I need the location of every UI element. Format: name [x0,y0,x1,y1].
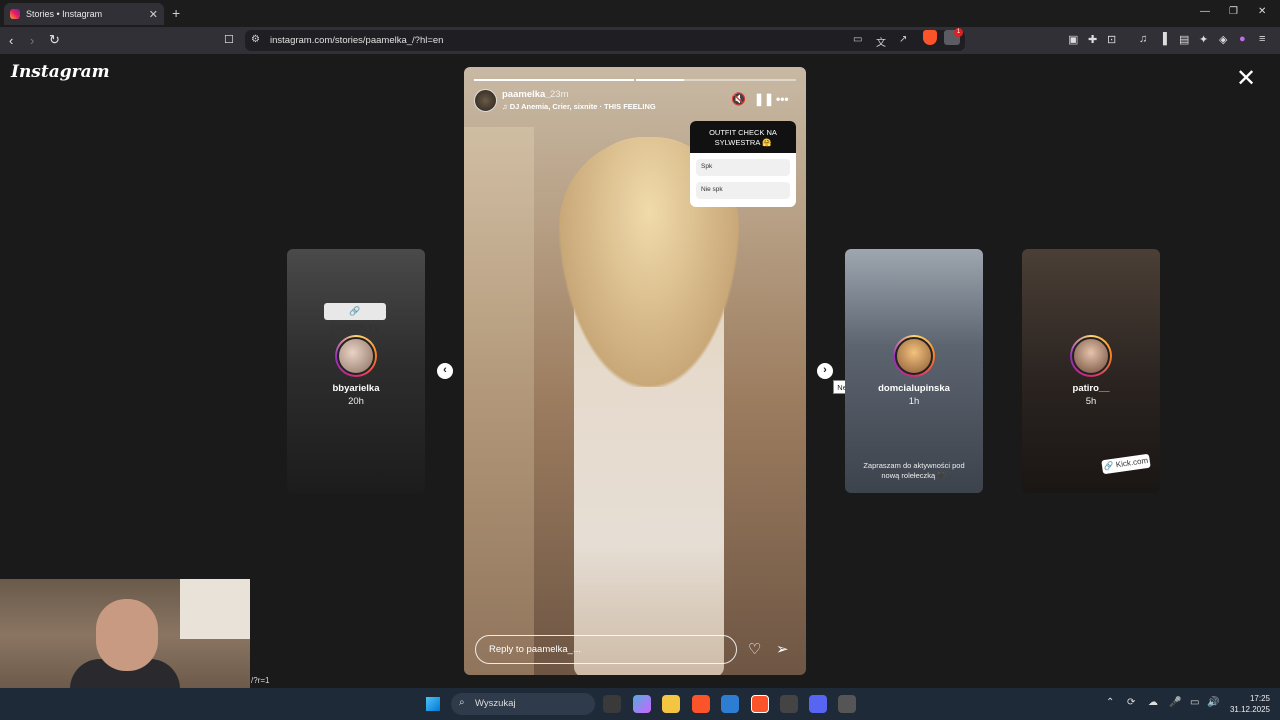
story-preview-time: 5h [1085,396,1097,407]
poll-question: OUTFIT CHECK NA SYLWESTRA 🤗 [690,121,796,153]
new-tab-button[interactable]: + [172,5,180,21]
story-time: 23m [550,89,569,100]
tray-overflow-icon[interactable]: ⌃ [1106,697,1114,708]
back-icon[interactable]: ‹ [9,33,13,48]
search-placeholder: Wyszukaj [475,698,516,709]
restore-icon[interactable]: ❐ [1229,6,1238,17]
avatar [893,335,935,377]
network-icon[interactable]: ▭ [1190,697,1199,708]
rewards-badge: 1 [954,28,963,37]
window-close-icon[interactable]: ✕ [1258,6,1266,17]
story-preview-username: patiro__ [1072,383,1110,394]
site-info-icon[interactable]: ⚙ [251,34,260,45]
story-progress-1 [474,79,634,81]
close-stories-icon[interactable]: ✕ [1236,64,1256,93]
brave-icon[interactable] [692,695,710,713]
windows-start-icon[interactable] [426,697,440,711]
mute-icon[interactable]: 🔇 [731,92,746,106]
obs-icon[interactable] [780,695,798,713]
copilot-icon[interactable] [633,695,651,713]
toolbar: ‹ › ↻ ☐ ⚙ instagram.com/stories/paamelka… [0,27,1280,54]
forward-icon[interactable]: › [30,33,34,48]
like-icon[interactable]: ♡ [748,640,761,658]
clock-time: 17:25 [1249,694,1270,703]
screenshot-icon[interactable]: ⊡ [1107,33,1116,46]
story-preview-domcialupinska[interactable]: domcialupinska 1h Zapraszam do aktywnośc… [845,249,983,493]
more-options-icon[interactable]: ••• [776,92,789,106]
taskbar: ⌕ Wyszukaj ⌃ ⟳ ☁ 🎤 ▭ 🔊 17:25 31.12.2025 [0,688,1280,720]
story-preview-bbyarielka[interactable]: 🔗 TWITCH.TV bbyarielka 20h [287,249,425,493]
bookmark-icon[interactable]: ☐ [224,33,234,46]
music-icon[interactable]: ♫ [1139,33,1147,45]
story-preview-username: bbyarielka [332,383,380,394]
translate-icon[interactable]: 文 [876,34,886,49]
puzzle-icon[interactable]: ✚ [1088,33,1097,46]
leo-icon[interactable]: ✦ [1199,33,1208,46]
tab-bar: Stories • Instagram ✕ + — ❐ ✕ [0,0,1280,27]
system-clock[interactable]: 17:25 31.12.2025 [1222,693,1270,715]
vpn-icon[interactable]: ◈ [1219,33,1227,46]
app-icon[interactable] [838,695,856,713]
send-icon[interactable]: ➢ [776,640,789,658]
tab-close-icon[interactable]: ✕ [149,8,158,21]
clock-date: 31.12.2025 [1229,705,1270,714]
twitch-link-sticker: 🔗 TWITCH.TV [324,303,386,333]
brave-rewards-icon[interactable]: 1 [944,28,963,45]
story-music[interactable]: ♫ DJ Anemia, Crier, sixnite · THIS FEELI… [502,102,656,111]
story-preview-time: 1h [908,396,920,407]
share-icon[interactable]: ↗ [899,34,907,45]
wallet-icon[interactable]: ▤ [1179,33,1189,46]
pause-icon[interactable]: ❚❚ [754,92,774,106]
url-text: instagram.com/stories/paamelka_/?hl=en [270,35,444,46]
avatar[interactable] [474,89,497,112]
poll-option[interactable]: Nie spk [696,182,790,199]
reload-icon[interactable]: ↻ [49,32,60,48]
store-icon[interactable] [721,695,739,713]
address-bar[interactable]: ⚙ instagram.com/stories/paamelka_/?hl=en… [245,30,965,51]
menu-icon[interactable]: ≡ [1259,33,1265,45]
minimize-icon[interactable]: — [1200,6,1210,17]
sync-icon[interactable]: ⟳ [1127,697,1135,708]
instagram-logo[interactable]: Instagram [11,62,110,82]
previous-story-button[interactable]: ‹ [437,363,453,379]
sidebar-icon[interactable]: ▐ [1159,33,1167,45]
overlay-url-fragment: /?r=1 [251,676,270,685]
story-preview-time: 20h [348,396,364,407]
file-explorer-icon[interactable] [662,695,680,713]
next-story-button[interactable]: › [817,363,833,379]
active-story[interactable]: paamelka_ 23m ♫ DJ Anemia, Crier, sixnit… [464,67,806,675]
story-preview-username: domcialupinska [878,383,950,394]
instagram-favicon-icon [10,9,20,19]
avatar [335,335,377,377]
cloud-icon[interactable]: ☁ [1148,697,1158,708]
reply-input[interactable]: Reply to paamelka_... [475,635,737,664]
brave-active-icon[interactable] [751,695,769,713]
story-preview-patiro[interactable]: patiro__ 5h 🔗 Kick.com [1022,249,1160,493]
story-username[interactable]: paamelka_ [502,89,551,100]
volume-icon[interactable]: 🔊 [1207,697,1219,708]
mic-icon[interactable]: 🎤 [1169,697,1181,708]
extension-icon[interactable]: ▣ [1068,33,1078,46]
poll-sticker: OUTFIT CHECK NA SYLWESTRA 🤗 Spk Nie spk [690,121,796,207]
story-progress-2 [636,79,796,81]
avatar [1070,335,1112,377]
tab-title: Stories • Instagram [26,9,103,19]
profile-icon[interactable]: ● [1239,33,1246,45]
search-icon: ⌕ [459,697,465,708]
tab-instagram-stories[interactable]: Stories • Instagram ✕ [4,3,164,25]
discord-icon[interactable] [809,695,827,713]
poll-option[interactable]: Spk [696,159,790,176]
task-view-icon[interactable] [603,695,621,713]
story-caption: Zapraszam do aktywności pod nową rolełec… [863,461,965,480]
cast-icon[interactable]: ▭ [853,34,862,45]
brave-shields-icon[interactable] [923,30,937,45]
taskbar-search[interactable]: ⌕ Wyszukaj [451,693,595,715]
kick-link-sticker: 🔗 Kick.com [1101,453,1151,475]
